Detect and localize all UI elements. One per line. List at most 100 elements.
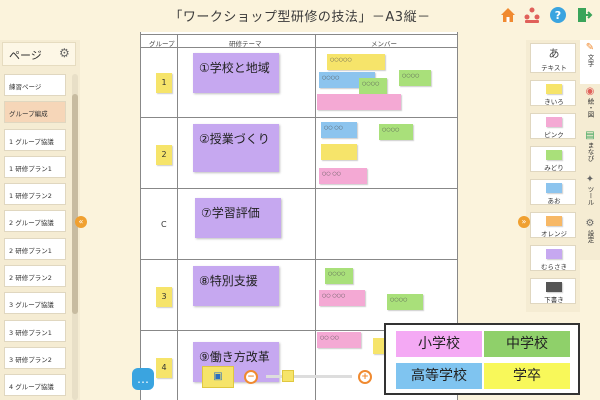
sticky-swatch-icon (546, 216, 562, 226)
school-type-legend: 小学校 中学校 高等学校 学卒 (384, 323, 580, 395)
side-tab-label: 設定 (586, 230, 594, 243)
zoom-slider-knob[interactable] (282, 370, 294, 382)
group-label: C (161, 220, 167, 229)
sticky-note-button[interactable]: きいろ (530, 80, 576, 106)
group-number-note[interactable]: 4 (156, 358, 172, 378)
text-tool-button[interactable]: あ テキスト (530, 43, 576, 73)
book-icon: ▤ (585, 130, 595, 141)
member-note[interactable]: ○○○○ (325, 268, 353, 284)
people-icon[interactable] (523, 6, 541, 24)
header-member: メンバー (371, 40, 397, 48)
column-divider (315, 34, 316, 400)
text-tool-glyph: あ (548, 47, 560, 60)
page-list-item[interactable]: 1 研修プラン2 (4, 183, 66, 206)
side-tab-label: 文字 (586, 54, 594, 67)
theme-note[interactable]: ⑦学習評価 (195, 198, 281, 238)
sticky-swatch-icon (546, 117, 562, 127)
side-tab-label: ツール (586, 186, 594, 206)
sticky-note-button[interactable]: 下書き (530, 278, 576, 304)
page-panel-header: ページ ⚙ (2, 42, 76, 66)
member-note[interactable]: ○○○○ (387, 294, 423, 310)
theme-note[interactable]: ①学校と地域 (193, 53, 279, 93)
page-list: 練習ページグループ編成 1 グループ協議 1 研修プラン1 1 研修プラン2 2 グルー… (4, 74, 66, 400)
row-divider (141, 259, 457, 260)
page-settings-gear-icon[interactable]: ⚙ (59, 46, 70, 60)
theme-note[interactable]: ⑧特別支援 (193, 266, 279, 306)
header-group: グループ (149, 40, 175, 48)
sticky-note-label: みどり (544, 164, 564, 172)
page-list-item[interactable]: 3 研修プラン2 (4, 346, 66, 369)
member-note[interactable]: ○○○○ (379, 124, 413, 140)
zoom-out-icon[interactable]: − (244, 370, 258, 384)
page-list-scroll-thumb[interactable] (72, 94, 78, 314)
zoom-slider-track[interactable] (266, 375, 352, 378)
gear-icon: ⚙ (585, 218, 595, 229)
side-tab[interactable]: ◉ 絵・図 (580, 84, 600, 128)
column-divider (177, 34, 178, 400)
fit-page-icon[interactable]: ▣ (202, 366, 234, 388)
row-divider (141, 117, 457, 118)
zoom-in-icon[interactable]: + (358, 370, 372, 384)
side-tab[interactable]: ✦ ツール (580, 172, 600, 216)
group-number-note[interactable]: 2 (156, 145, 172, 165)
member-note[interactable]: ○○ ○○ (321, 122, 357, 138)
page-list-item[interactable]: 1 グループ協議 (4, 128, 66, 151)
sticky-note-button[interactable]: あお (530, 179, 576, 205)
page-list-item[interactable]: 2 グループ協議 (4, 210, 66, 233)
page-list-item[interactable]: 3 研修プラン1 (4, 319, 66, 342)
page-list-item[interactable]: 4 グループ協議 (4, 374, 66, 397)
legend-item: 高等学校 (396, 363, 482, 389)
side-tab[interactable]: ✎ 文字 (580, 40, 600, 84)
page-list-item[interactable]: 2 研修プラン2 (4, 265, 66, 288)
table-header: グループ 研修テーマ メンバー (141, 34, 457, 48)
sticky-swatch-icon (546, 282, 562, 292)
page-list-item[interactable]: 練習ページ (4, 74, 66, 96)
collapse-right-panel-icon[interactable]: » (518, 216, 530, 228)
page-list-item[interactable]: 1 研修プラン1 (4, 155, 66, 178)
home-icon[interactable] (499, 6, 517, 24)
member-note[interactable] (317, 94, 401, 110)
zoom-control: ▣ − + (200, 364, 380, 390)
side-tab-label: 絵・図 (586, 98, 594, 118)
sticky-note-button[interactable]: むらさき (530, 245, 576, 271)
member-note[interactable]: ○○○○ (399, 70, 431, 86)
sticky-note-button[interactable]: みどり (530, 146, 576, 172)
exit-icon[interactable] (575, 6, 593, 24)
page-list-scrollbar[interactable] (72, 74, 78, 400)
group-number-note[interactable]: 1 (156, 73, 172, 93)
help-icon[interactable]: ? (549, 6, 567, 24)
member-note[interactable]: ○○ ○○ (319, 168, 367, 184)
sticky-note-label: ピンク (544, 131, 564, 139)
group-number-note[interactable]: 3 (156, 287, 172, 307)
sticky-swatch-icon (546, 84, 562, 94)
app-header: 「ワークショップ型研修の技法」－A3縦－ ? (0, 0, 600, 32)
legend-item: 中学校 (484, 331, 570, 357)
member-note[interactable]: ○○ ○○ (317, 332, 361, 348)
wrench-icon: ✦ (585, 174, 595, 185)
theme-note[interactable]: ②授業づくり (193, 124, 279, 172)
side-tab-bar: ✎ 文字 ◉ 絵・図 ▤ まなび ✦ ツール ⚙ 設定 (580, 40, 600, 260)
sticky-note-label: オレンジ (541, 230, 567, 238)
sticky-swatch-icon (546, 249, 562, 259)
side-tab[interactable]: ▤ まなび (580, 128, 600, 172)
svg-text:?: ? (555, 9, 561, 22)
page-list-item[interactable]: グループ編成 (4, 101, 66, 124)
member-note[interactable]: ○○○○ (359, 78, 387, 94)
header-theme: 研修テーマ (229, 40, 262, 48)
sticky-note-label: あお (547, 197, 561, 205)
side-tab[interactable]: ⚙ 設定 (580, 216, 600, 260)
collapse-left-panel-icon[interactable]: « (75, 216, 87, 228)
legend-item: 小学校 (396, 331, 482, 357)
sticky-note-label: 下書き (544, 296, 564, 304)
sticky-note-button[interactable]: オレンジ (530, 212, 576, 238)
page-list-item[interactable]: 2 研修プラン1 (4, 237, 66, 260)
page-list-item[interactable]: 3 グループ協議 (4, 292, 66, 315)
palette-icon: ◉ (585, 86, 595, 97)
member-note[interactable]: ○○○○○ (327, 54, 385, 70)
member-note[interactable]: ○○ ○○○ (319, 290, 365, 306)
sticky-note-label: きいろ (544, 98, 564, 106)
sticky-note-button[interactable]: ピンク (530, 113, 576, 139)
member-note[interactable] (321, 144, 357, 160)
sticky-note-label: むらさき (541, 263, 567, 271)
chat-bubble-icon[interactable]: … (132, 368, 154, 390)
